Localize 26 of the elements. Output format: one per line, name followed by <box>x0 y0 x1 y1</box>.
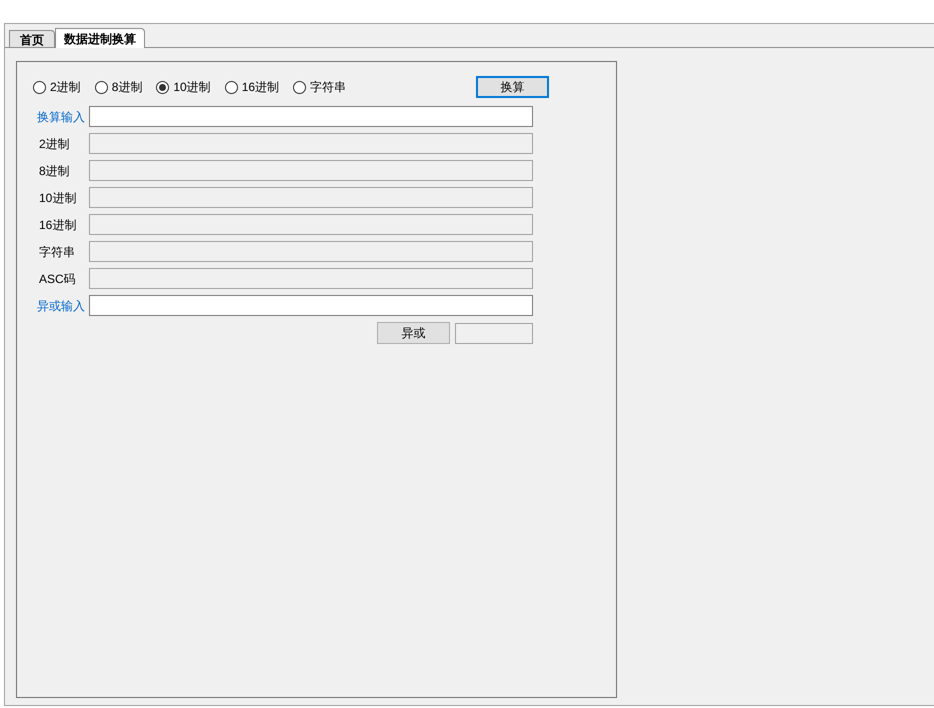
radio-button[interactable]: 10进制 <box>156 78 211 96</box>
field-label: 2进制 <box>38 136 71 152</box>
radio-button[interactable]: 2进制 <box>33 78 81 96</box>
input-field[interactable] <box>89 133 533 154</box>
xor-button[interactable]: 异或 <box>377 322 450 344</box>
xor-result-field[interactable] <box>455 322 533 344</box>
radio-button[interactable]: 8进制 <box>94 78 142 96</box>
input-field[interactable] <box>89 106 533 127</box>
input-field[interactable] <box>89 241 533 262</box>
tab[interactable]: 首页 <box>9 30 55 47</box>
field-label: 异或输入 <box>36 298 86 314</box>
input-field[interactable] <box>89 295 533 316</box>
input-field[interactable] <box>89 187 533 208</box>
field-label: 16进制 <box>38 216 78 234</box>
field-label: 换算输入 <box>36 108 86 126</box>
input-field[interactable] <box>89 160 533 181</box>
field-label: 10进制 <box>38 190 78 206</box>
radio-button[interactable]: 字符串 <box>293 78 346 96</box>
field-label: ASC码 <box>38 270 77 288</box>
input-field[interactable] <box>89 214 533 235</box>
tab[interactable]: 数据进制换算 <box>55 28 145 48</box>
radio-button[interactable]: 16进制 <box>224 78 280 96</box>
field-label: 字符串 <box>38 244 76 260</box>
convert-button[interactable]: 换算 <box>476 76 549 98</box>
input-field[interactable] <box>89 268 533 289</box>
field-label: 8进制 <box>38 162 71 180</box>
